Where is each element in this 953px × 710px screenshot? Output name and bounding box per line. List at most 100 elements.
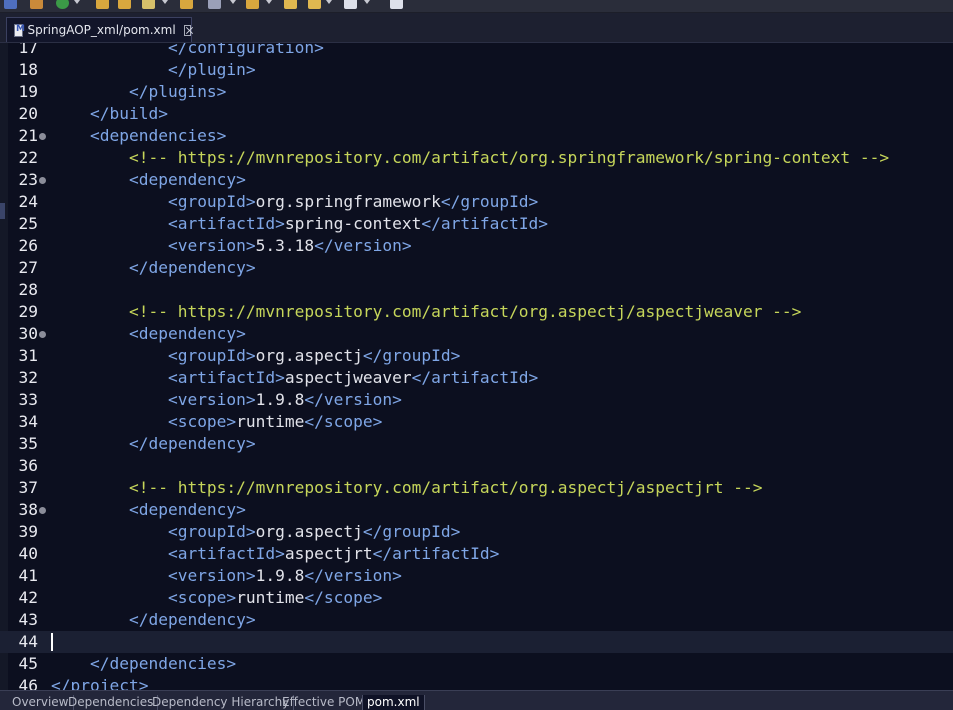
task-icon[interactable] [390, 0, 403, 9]
fold-toggle-icon[interactable] [39, 133, 46, 140]
chevron-down-icon[interactable] [74, 0, 80, 4]
code-line[interactable]: 26 <version>5.3.18</version> [0, 235, 953, 257]
maven-file-icon: M [14, 23, 25, 37]
task-icon[interactable] [208, 0, 221, 9]
main-toolbar [0, 0, 953, 13]
code-line[interactable]: 21 <dependencies> [0, 125, 953, 147]
annotation-icon[interactable] [180, 0, 193, 9]
open-folder-icon[interactable] [96, 0, 109, 9]
xml-tag: <version> [167, 236, 256, 255]
xml-tag: <version> [167, 390, 256, 409]
code-line[interactable]: 40 <artifactId>aspectjrt</artifactId> [0, 543, 953, 565]
back-arrow-icon[interactable] [284, 0, 297, 9]
xml-tag: </groupId> [362, 522, 461, 541]
code-line[interactable]: 42 <scope>runtime</scope> [0, 587, 953, 609]
chevron-down-icon[interactable] [326, 0, 332, 4]
line-number: 45 [18, 654, 39, 673]
code-text: <!-- https://mvnrepository.com/artifact/… [51, 477, 762, 499]
fold-toggle-icon[interactable] [39, 177, 46, 184]
file-icon[interactable] [4, 0, 17, 9]
run-icon[interactable] [56, 0, 69, 9]
xml-text: runtime [236, 588, 305, 607]
code-line[interactable]: 35 </dependency> [0, 433, 953, 455]
code-line[interactable]: 23 <dependency> [0, 169, 953, 191]
xml-tag: <dependency> [128, 500, 246, 519]
code-line[interactable]: 27 </dependency> [0, 257, 953, 279]
back-arrow-icon[interactable] [308, 0, 321, 9]
chevron-down-icon[interactable] [162, 0, 168, 4]
xml-tag: </dependency> [128, 258, 256, 277]
code-line[interactable]: 30 <dependency> [0, 323, 953, 345]
code-text: </dependency> [51, 257, 256, 279]
code-line[interactable]: 25 <artifactId>spring-context</artifactI… [0, 213, 953, 235]
code-line[interactable]: 36 [0, 455, 953, 477]
code-text: <scope>runtime</scope> [51, 587, 382, 609]
code-line[interactable]: 44 [0, 631, 953, 653]
code-line[interactable]: 22 <!-- https://mvnrepository.com/artifa… [0, 147, 953, 169]
chevron-down-icon[interactable] [230, 0, 236, 4]
code-line[interactable]: 37 <!-- https://mvnrepository.com/artifa… [0, 477, 953, 499]
code-line[interactable]: 18 </plugin> [0, 59, 953, 81]
code-line[interactable]: 45 </dependencies> [0, 653, 953, 675]
code-line[interactable]: 19 </plugins> [0, 81, 953, 103]
code-line[interactable]: 34 <scope>runtime</scope> [0, 411, 953, 433]
xml-tag: <dependency> [128, 324, 246, 343]
xml-text: org.aspectj [255, 522, 363, 541]
code-line[interactable]: 38 <dependency> [0, 499, 953, 521]
annotation-icon[interactable] [142, 0, 155, 9]
code-text: </dependency> [51, 609, 256, 631]
code-text: <artifactId>aspectjweaver</artifactId> [51, 367, 538, 389]
tab-pom-xml[interactable]: pom.xml [362, 695, 425, 710]
code-line[interactable]: 46 </project> [0, 675, 953, 690]
xml-tag: </plugin> [167, 60, 256, 79]
chevron-down-icon[interactable] [266, 0, 272, 4]
code-line[interactable]: 17 </configuration> [0, 43, 953, 59]
code-line[interactable]: 33 <version>1.9.8</version> [0, 389, 953, 411]
code-line[interactable]: 28 [0, 279, 953, 301]
save-icon[interactable] [30, 0, 43, 9]
editor-tab-bar: M SpringAOP_xml/pom.xml [0, 13, 953, 43]
xml-text: org.springframework [255, 192, 441, 211]
code-line[interactable]: 20 </build> [0, 103, 953, 125]
code-line[interactable]: 39 <groupId>org.aspectj</groupId> [0, 521, 953, 543]
code-line[interactable]: 32 <artifactId>aspectjweaver</artifactId… [0, 367, 953, 389]
code-line[interactable]: 29 <!-- https://mvnrepository.com/artifa… [0, 301, 953, 323]
line-number: 46 [18, 676, 39, 690]
line-number: 26 [18, 236, 39, 255]
tab-dependencies[interactable]: Dependencies [64, 695, 159, 710]
line-number: 35 [18, 434, 39, 453]
xml-tag: </groupId> [440, 192, 539, 211]
line-number: 36 [18, 456, 39, 475]
code-text: <scope>runtime</scope> [51, 411, 382, 433]
task-icon[interactable] [246, 0, 259, 9]
xml-tag: </configuration> [167, 43, 324, 57]
tab-dependency-hierarchy[interactable]: Dependency Hierarchy [148, 695, 295, 710]
bookmark-icon[interactable] [118, 0, 131, 9]
chevron-down-icon[interactable] [364, 0, 370, 4]
tab-effective-pom[interactable]: Effective POM [278, 695, 371, 710]
xml-tag: </project> [51, 676, 149, 690]
forward-arrow-icon[interactable] [344, 0, 357, 9]
code-text: <version>1.9.8</version> [51, 565, 402, 587]
code-text: <groupId>org.aspectj</groupId> [51, 345, 460, 367]
xml-text: 1.9.8 [255, 566, 305, 585]
code-line[interactable]: 24 <groupId>org.springframework</groupId… [0, 191, 953, 213]
code-editor[interactable]: 17 </configuration> 18 </plugin> 19 </plug… [0, 43, 953, 690]
close-icon[interactable] [183, 24, 191, 36]
code-line[interactable]: 31 <groupId>org.aspectj</groupId> [0, 345, 953, 367]
xml-tag: </dependency> [128, 610, 256, 629]
fold-toggle-icon[interactable] [39, 507, 46, 514]
xml-tag: <artifactId> [167, 368, 285, 387]
xml-text: spring-context [284, 214, 422, 233]
code-line[interactable]: 41 <version>1.9.8</version> [0, 565, 953, 587]
fold-toggle-icon[interactable] [39, 331, 46, 338]
code-line[interactable]: 43 </dependency> [0, 609, 953, 631]
editor-tab-pom-xml[interactable]: M SpringAOP_xml/pom.xml [6, 17, 192, 42]
